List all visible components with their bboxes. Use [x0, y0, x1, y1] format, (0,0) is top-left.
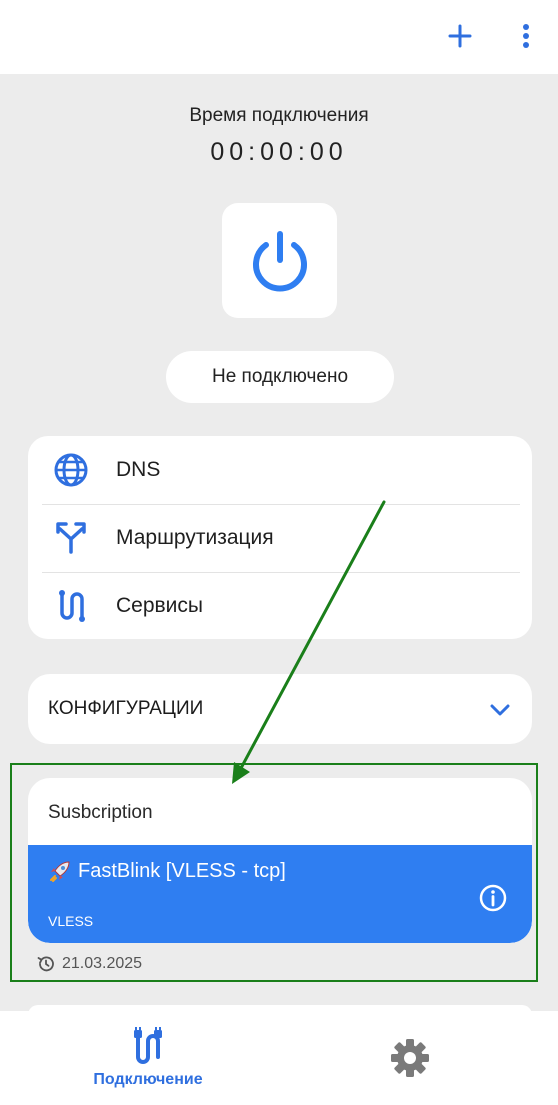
menu-item-routing[interactable]: Маршрутизация [28, 504, 532, 572]
app-screen: Время подключения 00:00:00 Не подключено… [0, 0, 558, 1105]
configurations-title: КОНФИГУРАЦИИ [48, 698, 204, 719]
power-button[interactable] [222, 203, 337, 318]
menu-item-label: DNS [116, 458, 161, 481]
menu-item-label: Маршрутизация [116, 526, 274, 549]
more-vertical-icon [523, 24, 529, 48]
nav-item-label: Подключение [93, 1071, 203, 1088]
menu-item-services[interactable]: Сервисы [28, 572, 532, 640]
highlight-frame [10, 763, 538, 982]
connection-status-badge: Не подключено [166, 351, 394, 403]
connection-time-value: 00:00:00 [210, 138, 348, 166]
top-app-bar [0, 0, 558, 74]
globe-icon [52, 451, 90, 489]
services-icon [52, 587, 90, 625]
power-icon [252, 230, 307, 291]
more-options-button[interactable] [504, 14, 548, 58]
connection-icon [134, 1027, 162, 1064]
chevron-down-icon [488, 698, 512, 727]
route-split-icon [52, 519, 90, 557]
settings-menu-card: DNS Маршрутизация Сервисы [28, 436, 532, 639]
nav-item-settings[interactable] [332, 1011, 488, 1105]
configurations-section-toggle[interactable]: КОНФИГУРАЦИИ [28, 674, 532, 744]
gear-icon [391, 1039, 429, 1077]
connection-time-label: Время подключения [189, 105, 369, 126]
bottom-navigation: Подключение [0, 1011, 558, 1105]
connection-status-text: Не подключено [211, 366, 349, 387]
menu-item-dns[interactable]: DNS [28, 436, 532, 504]
nav-item-connection[interactable]: Подключение [70, 1011, 226, 1105]
menu-item-label: Сервисы [116, 594, 204, 617]
plus-icon [448, 24, 472, 48]
add-config-button[interactable] [438, 14, 482, 58]
